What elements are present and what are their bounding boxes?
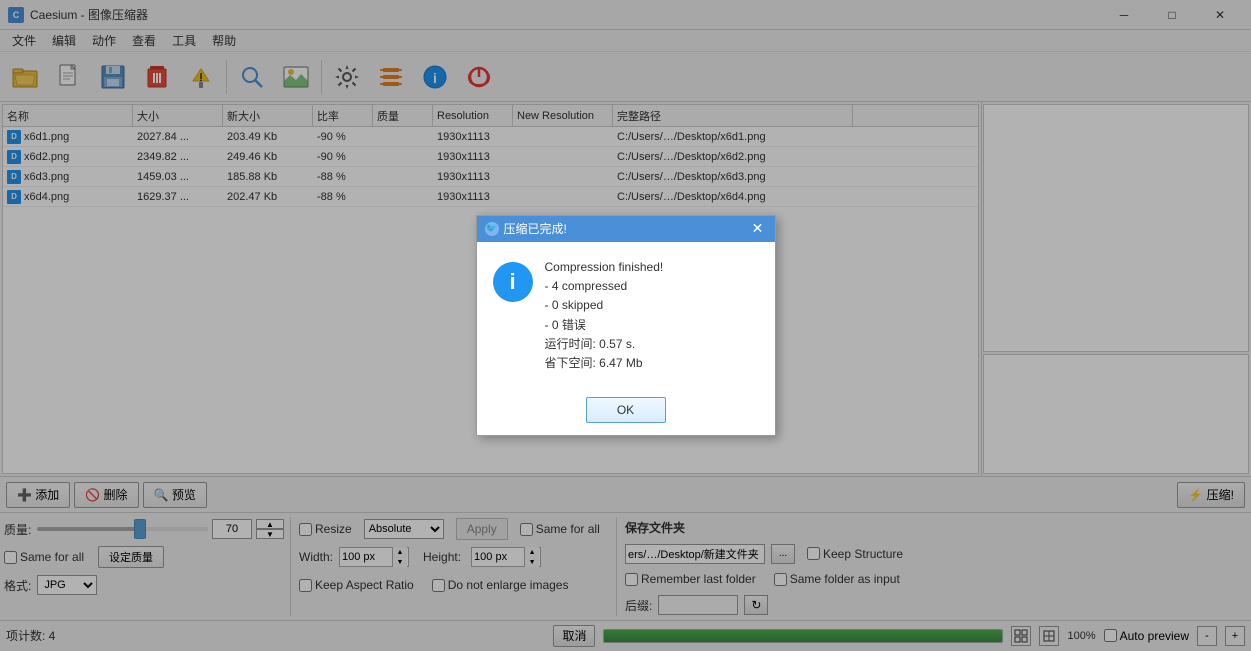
- modal-title: 压缩已完成!: [504, 220, 567, 237]
- modal-line-2: - 0 skipped: [545, 296, 759, 315]
- modal-line-5: 省下空间: 6.47 Mb: [545, 354, 759, 373]
- modal-title-icon: 🐦: [485, 222, 499, 236]
- modal-content: i Compression finished! - 4 compressed -…: [477, 242, 775, 389]
- ok-button[interactable]: OK: [586, 397, 666, 423]
- modal-close-button[interactable]: ✕: [749, 220, 767, 238]
- modal-text: Compression finished! - 4 compressed - 0…: [545, 258, 759, 373]
- modal-overlay[interactable]: 🐦 压缩已完成! ✕ i Compression finished! - 4 c…: [0, 0, 1251, 651]
- compression-dialog: 🐦 压缩已完成! ✕ i Compression finished! - 4 c…: [476, 215, 776, 436]
- modal-message-title: Compression finished!: [545, 258, 759, 277]
- info-circle-icon: i: [493, 262, 533, 302]
- modal-line-1: - 4 compressed: [545, 277, 759, 296]
- modal-line-3: - 0 错误: [545, 316, 759, 335]
- modal-line-4: 运行时间: 0.57 s.: [545, 335, 759, 354]
- modal-footer: OK: [477, 389, 775, 435]
- modal-titlebar: 🐦 压缩已完成! ✕: [477, 216, 775, 242]
